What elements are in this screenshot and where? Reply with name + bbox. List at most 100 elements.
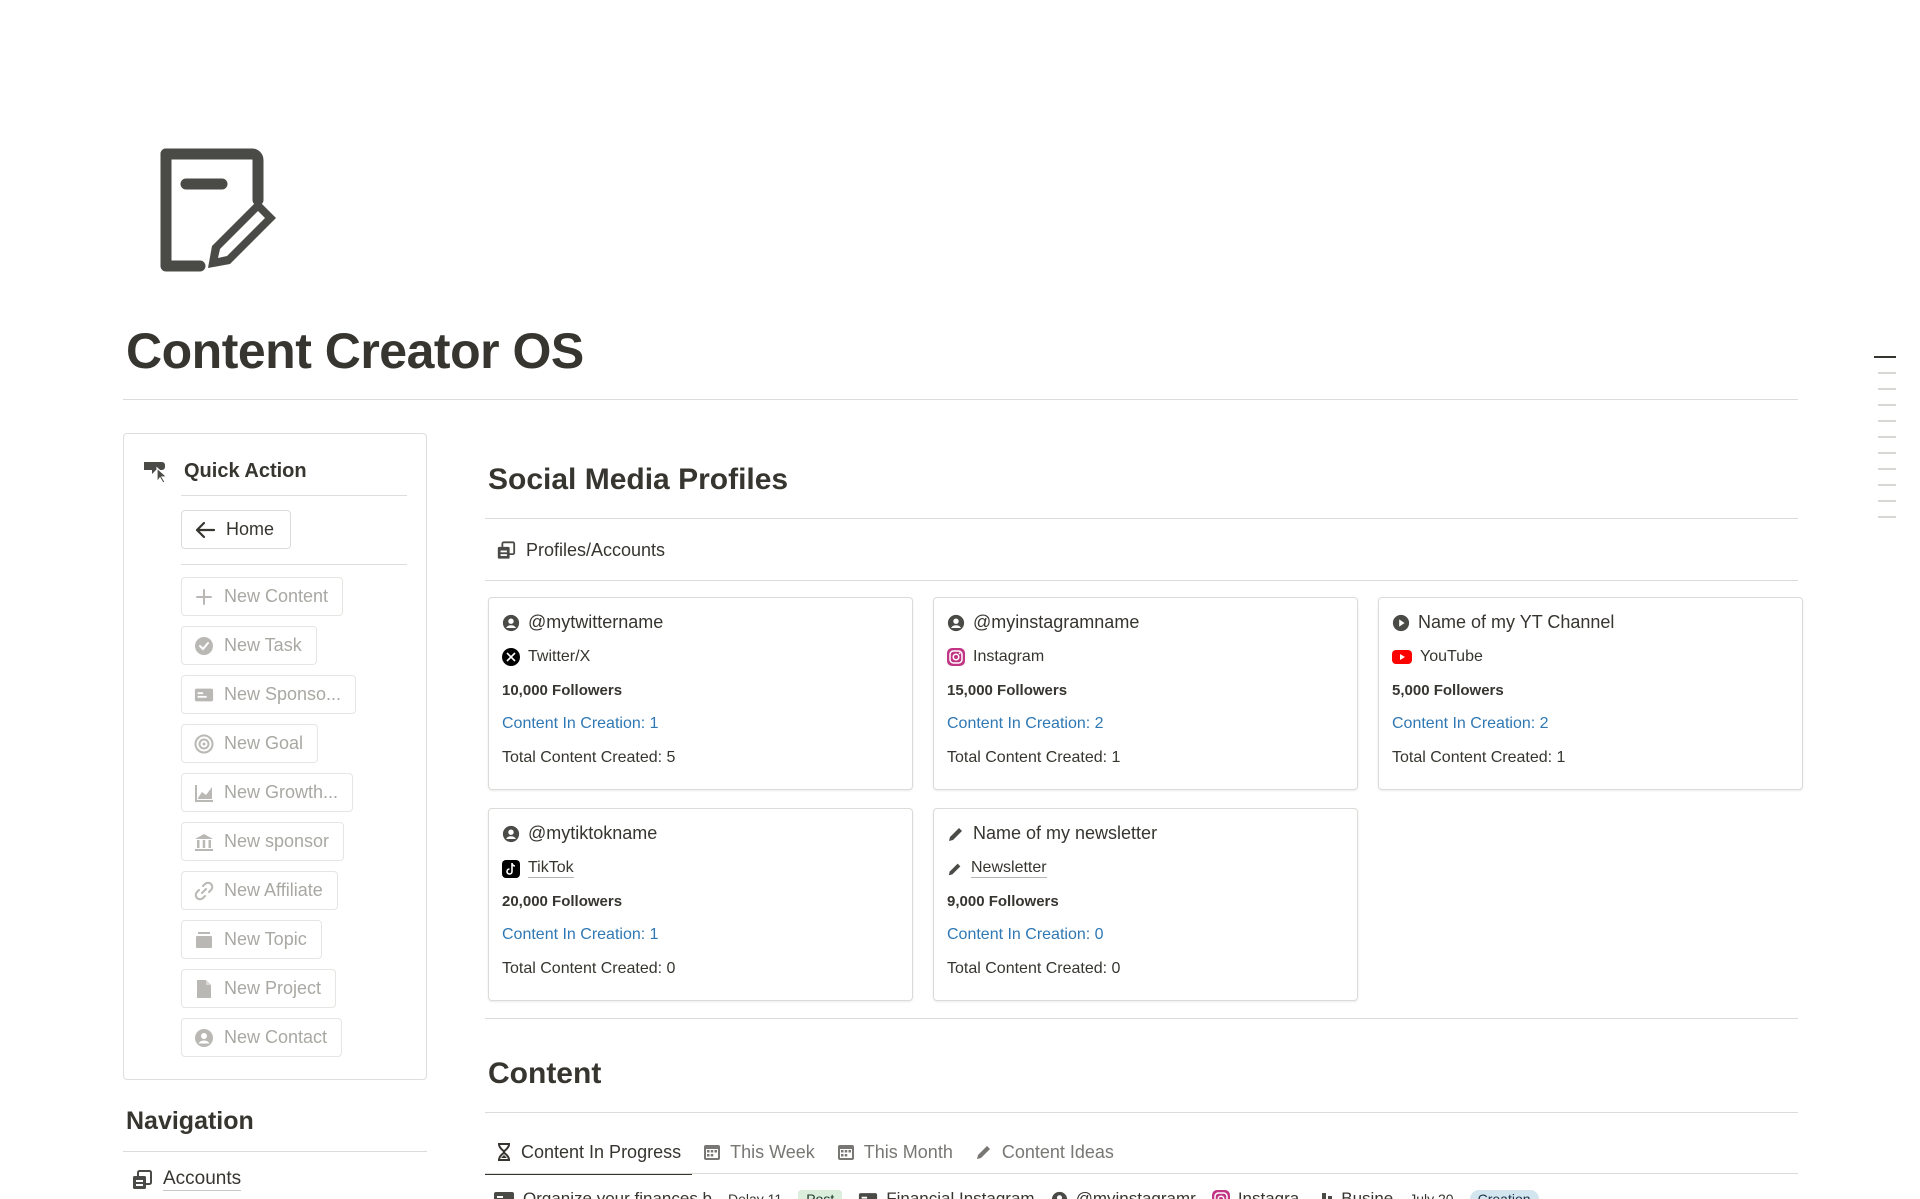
profiles-database-header[interactable]: Profiles/Accounts xyxy=(496,540,665,561)
profile-platform: TikTok xyxy=(528,859,574,878)
link-icon xyxy=(194,881,214,901)
row-status-cell: Creation xyxy=(1469,1190,1539,1199)
new-task-button[interactable]: New Task xyxy=(181,626,317,665)
home-button[interactable]: Home xyxy=(181,510,292,549)
title-divider xyxy=(123,399,1798,400)
quick-action-panel: Quick Action Home New Content New Task N… xyxy=(123,433,427,1080)
row-sponsor-cell: Financial Instagram xyxy=(858,1189,1035,1199)
tab-label: This Month xyxy=(863,1141,953,1162)
card-icon xyxy=(194,685,214,705)
play-circle-icon xyxy=(1392,614,1410,632)
person-circle-icon xyxy=(947,614,965,632)
check-circle-icon xyxy=(194,636,214,656)
profile-name: @mytiktokname xyxy=(528,823,658,843)
new-project-button[interactable]: New Project xyxy=(181,969,337,1008)
card-icon xyxy=(493,1191,515,1199)
tab-this-month[interactable]: This Month xyxy=(826,1130,964,1174)
page-title: Content Creator OS xyxy=(126,323,584,379)
new-sponsor-button[interactable]: New sponsor xyxy=(181,822,345,861)
new-topic-label: New Topic xyxy=(224,929,307,949)
profile-platform: Twitter/X xyxy=(528,648,591,665)
profile-card-newsletter[interactable]: Name of my newsletter Newsletter 9,000 F… xyxy=(933,808,1358,1001)
row-account: @myinstagramr xyxy=(1075,1189,1196,1199)
social-profiles-heading: Social Media Profiles xyxy=(488,463,789,496)
database-icon xyxy=(496,541,516,560)
new-topic-button[interactable]: New Topic xyxy=(181,920,322,959)
new-contact-label: New Contact xyxy=(224,1027,328,1047)
new-sponsorship-button[interactable]: New Sponso... xyxy=(181,675,357,714)
hourglass-icon xyxy=(496,1143,512,1161)
row-type-tag: Post xyxy=(798,1190,843,1199)
content-heading: Content xyxy=(488,1057,602,1090)
profile-content-in-creation: Content In Creation: 2 xyxy=(1392,715,1549,732)
divider xyxy=(485,518,1798,519)
calendar-icon xyxy=(703,1143,721,1161)
person-circle-icon xyxy=(1051,1191,1068,1199)
bank-icon xyxy=(194,832,214,852)
chart-bar-icon xyxy=(1315,1191,1333,1199)
arrow-left-icon xyxy=(194,520,216,540)
profile-card-twitter[interactable]: @mytwittername Twitter/X 10,000 Follower… xyxy=(488,597,913,790)
divider xyxy=(485,1112,1798,1113)
row-sponsor: Financial Instagram xyxy=(886,1189,1035,1199)
instagram-logo-icon xyxy=(947,648,965,666)
edit-document-icon[interactable] xyxy=(156,146,280,276)
nav-item-label: Accounts xyxy=(163,1168,242,1191)
row-topic: Busine xyxy=(1341,1189,1394,1199)
new-growth-button[interactable]: New Growth... xyxy=(181,773,354,812)
calendar-icon xyxy=(837,1143,855,1161)
profile-card-instagram[interactable]: @myinstagramname Instagram 15,000 Follow… xyxy=(933,597,1358,790)
profile-total-content: Total Content Created: 5 xyxy=(502,749,676,766)
divider xyxy=(181,495,407,496)
new-content-button[interactable]: New Content xyxy=(181,577,344,616)
profile-total-content: Total Content Created: 0 xyxy=(947,960,1121,977)
tab-content-ideas[interactable]: Content Ideas xyxy=(964,1130,1125,1174)
new-goal-button[interactable]: New Goal xyxy=(181,724,319,763)
new-sponsor-label: New sponsor xyxy=(224,831,330,851)
youtube-logo-icon xyxy=(1392,650,1412,664)
profile-followers: 5,000 Followers xyxy=(1392,682,1504,699)
divider xyxy=(485,580,1798,581)
page-outline[interactable] xyxy=(1874,356,1896,532)
new-goal-label: New Goal xyxy=(224,733,304,753)
profile-followers: 15,000 Followers xyxy=(947,682,1068,699)
pencil-icon xyxy=(975,1143,993,1161)
navigation-title: Navigation xyxy=(126,1107,254,1135)
profile-card-youtube[interactable]: Name of my YT Channel YouTube 5,000 Foll… xyxy=(1378,597,1803,790)
row-platform-cell: Instagra xyxy=(1211,1189,1299,1199)
profile-total-content: Total Content Created: 0 xyxy=(502,960,676,977)
card-icon xyxy=(858,1192,878,1199)
tiktok-logo-icon xyxy=(502,859,520,878)
content-view-tabs: Content In Progress This Week This Month… xyxy=(485,1130,1125,1175)
row-title: Organize your finances b xyxy=(523,1189,712,1199)
profile-platform: Newsletter xyxy=(971,859,1047,878)
profile-name: Name of my YT Channel xyxy=(1418,612,1615,632)
pointer-hand-icon xyxy=(142,458,170,484)
divider xyxy=(485,1018,1798,1019)
row-status-tag: Creation xyxy=(1469,1190,1539,1199)
row-date: July 20 xyxy=(1409,1191,1454,1199)
person-circle-icon xyxy=(194,1028,214,1048)
profile-content-in-creation: Content In Creation: 1 xyxy=(502,926,659,943)
profile-total-content: Total Content Created: 1 xyxy=(1392,749,1566,766)
new-task-label: New Task xyxy=(224,635,302,655)
table-row[interactable]: Organize your finances b Delay 11 Post F… xyxy=(493,1184,1798,1199)
new-affiliate-button[interactable]: New Affiliate xyxy=(181,871,338,910)
nav-item-accounts[interactable]: Accounts xyxy=(131,1168,242,1191)
tab-this-week[interactable]: This Week xyxy=(692,1130,826,1174)
quick-action-list: New Content New Task New Sponso... New G… xyxy=(181,577,357,1067)
x-logo-icon xyxy=(502,648,520,666)
profile-card-tiktok[interactable]: @mytiktokname TikTok 20,000 Followers Co… xyxy=(488,808,913,1001)
new-contact-button[interactable]: New Contact xyxy=(181,1018,343,1057)
row-topic-cell: Busine xyxy=(1315,1189,1393,1199)
profile-platform: YouTube xyxy=(1420,648,1483,665)
divider xyxy=(181,564,407,565)
database-icon xyxy=(131,1169,153,1190)
new-project-label: New Project xyxy=(224,978,322,998)
profile-followers: 10,000 Followers xyxy=(502,682,623,699)
plus-icon xyxy=(194,587,214,607)
tab-content-in-progress[interactable]: Content In Progress xyxy=(485,1130,693,1175)
quick-action-header: Quick Action xyxy=(142,458,307,484)
divider xyxy=(123,1151,427,1152)
file-icon xyxy=(194,979,214,999)
